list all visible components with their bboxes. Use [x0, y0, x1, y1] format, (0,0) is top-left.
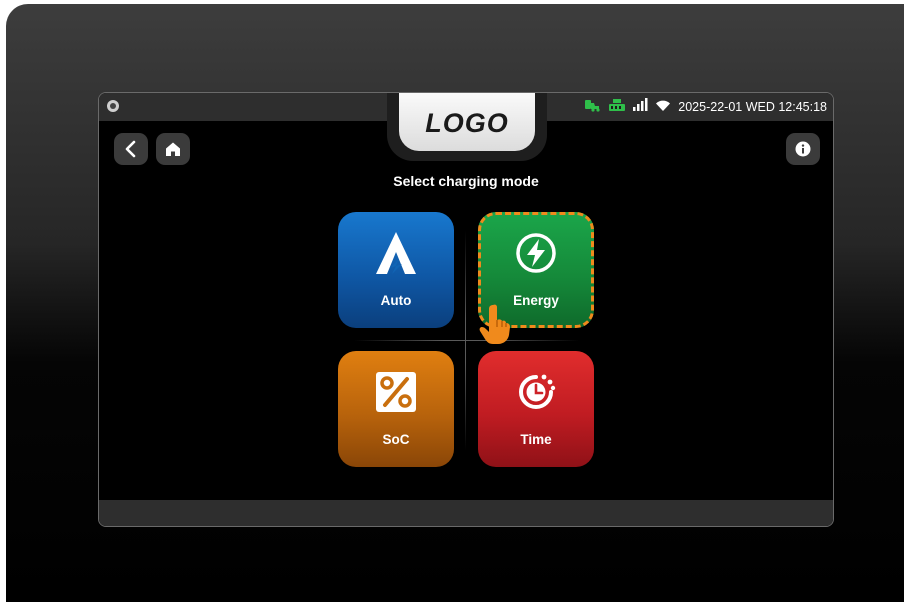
- chevron-left-icon: [125, 140, 136, 158]
- charging-station-icon: [584, 98, 602, 115]
- auto-a-icon: [371, 228, 421, 278]
- logo: LOGO: [399, 93, 535, 151]
- mode-label-soc: SoC: [382, 432, 410, 447]
- back-button[interactable]: [114, 133, 148, 165]
- info-button[interactable]: [786, 133, 820, 165]
- camera-icon: [107, 100, 119, 112]
- mode-tile-time[interactable]: Time: [478, 351, 594, 467]
- info-icon: [795, 141, 811, 157]
- bottom-bar: [99, 500, 833, 526]
- screen: 2025-22-01 WED 12:45:18 LOGO Select char…: [98, 92, 834, 527]
- home-icon: [166, 142, 180, 156]
- mode-tile-auto[interactable]: Auto: [338, 212, 454, 328]
- datetime-text: 2025-22-01 WED 12:45:18: [678, 99, 827, 114]
- signal-icon: [632, 98, 648, 115]
- page-title: Select charging mode: [393, 173, 539, 189]
- timer-icon: [511, 367, 561, 417]
- mode-label-time: Time: [520, 432, 552, 447]
- wifi-icon: [654, 98, 672, 115]
- home-button[interactable]: [156, 133, 190, 165]
- mode-label-auto: Auto: [380, 293, 412, 308]
- device-frame: 2025-22-01 WED 12:45:18 LOGO Select char…: [6, 4, 904, 602]
- divider-vertical: [465, 231, 466, 451]
- divider-horizontal: [354, 340, 579, 341]
- tap-hand-icon: [478, 302, 512, 351]
- status-icons: 2025-22-01 WED 12:45:18: [584, 98, 827, 115]
- percent-icon: [371, 367, 421, 417]
- network-icon: [608, 98, 626, 115]
- mode-tile-soc[interactable]: SoC: [338, 351, 454, 467]
